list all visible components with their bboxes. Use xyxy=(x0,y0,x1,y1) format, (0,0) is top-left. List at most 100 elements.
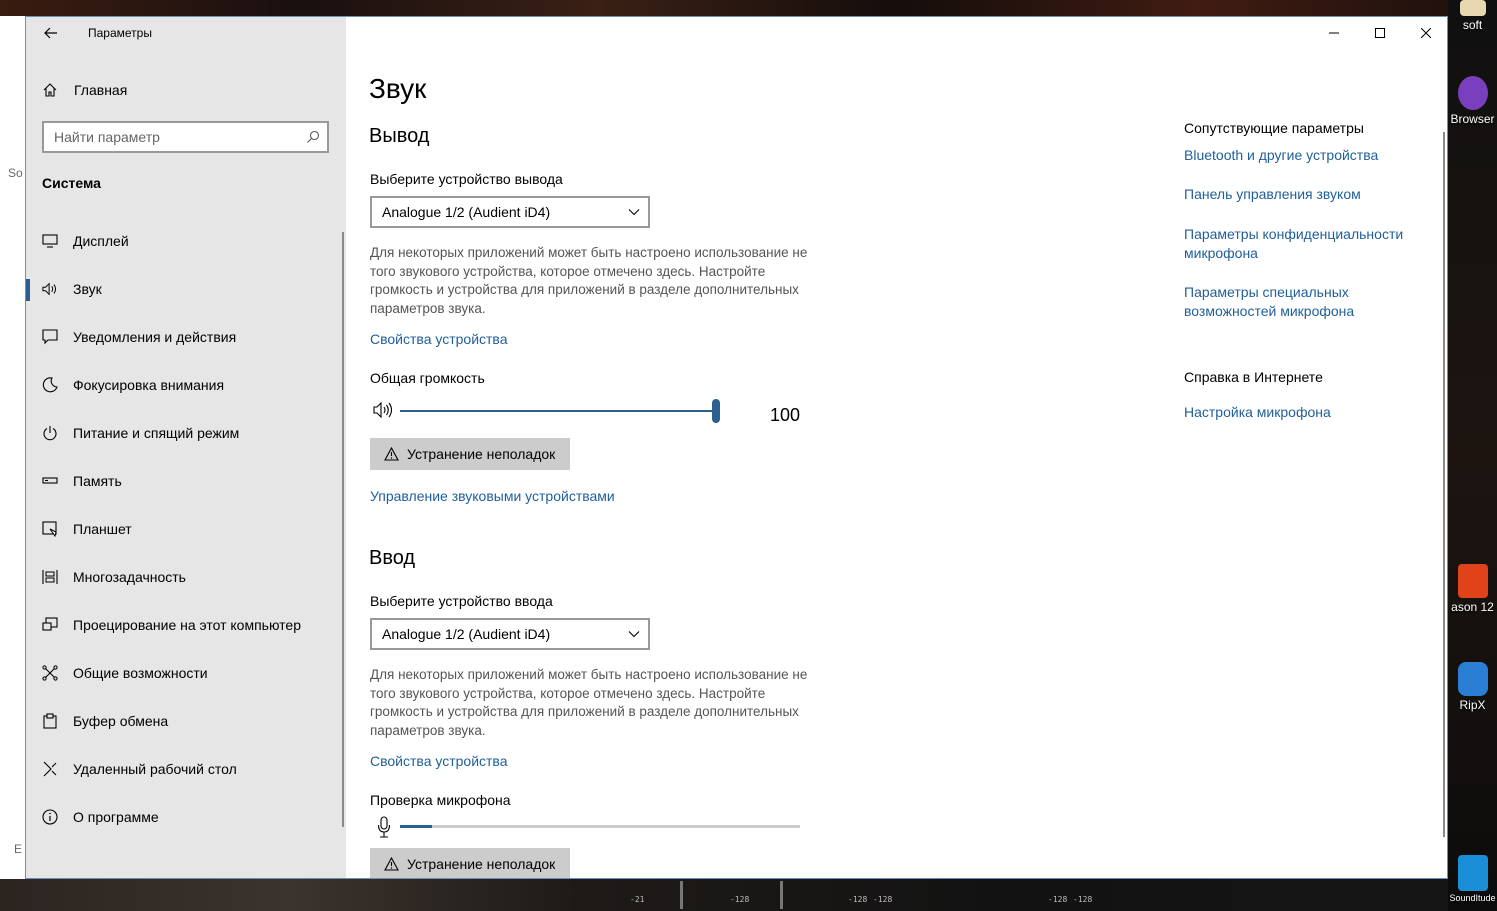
mic-test-label: Проверка микрофона xyxy=(370,792,511,808)
page-title: Звук xyxy=(369,73,427,104)
related-link-mic-privacy[interactable]: Параметры конфиденциальности микрофона xyxy=(1184,225,1434,262)
input-troubleshoot-button[interactable]: Устранение неполадок xyxy=(370,848,570,878)
search-icon[interactable] xyxy=(299,130,327,144)
desktop-icon-label: soft xyxy=(1462,18,1483,32)
background-text-fragment: So xyxy=(8,166,23,180)
desktop-icon-label: Browser xyxy=(1450,112,1495,126)
output-troubleshoot-button[interactable]: Устранение неполадок xyxy=(370,438,570,470)
related-link-bluetooth[interactable]: Bluetooth и другие устройства xyxy=(1184,146,1434,165)
sidebar-item-label: Питание и спящий режим xyxy=(73,425,240,441)
sidebar-item-label: Буфер обмена xyxy=(73,713,169,729)
chevron-down-icon xyxy=(628,631,640,638)
output-device-dropdown[interactable]: Analogue 1/2 (Audient iD4) xyxy=(370,196,650,228)
window-controls xyxy=(1311,17,1447,49)
background-window-left: So E xyxy=(0,16,25,879)
sidebar-scrollbar[interactable] xyxy=(342,232,344,827)
info-icon xyxy=(42,809,58,825)
manage-sound-devices-link[interactable]: Управление звуковыми устройствами xyxy=(370,488,615,504)
shared-icon xyxy=(42,665,58,681)
output-device-properties-link[interactable]: Свойства устройства xyxy=(370,331,508,347)
sidebar-item-sound[interactable]: Звук xyxy=(26,265,346,313)
title-bar: Параметры xyxy=(26,17,346,49)
sidebar-item-multitasking[interactable]: Многозадачность xyxy=(26,553,346,601)
content-scrollbar[interactable] xyxy=(1443,132,1445,837)
desktop-top-strip xyxy=(0,0,1497,16)
sidebar-item-focus[interactable]: Фокусировка внимания xyxy=(26,361,346,409)
input-device-properties-link[interactable]: Свойства устройства xyxy=(370,753,508,769)
clipboard-icon xyxy=(42,713,58,729)
sidebar-item-about[interactable]: О программе xyxy=(26,793,346,841)
sidebar-item-label: Память xyxy=(73,473,122,489)
main-content: Звук Вывод Выберите устройство вывода An… xyxy=(346,17,1447,878)
warning-icon xyxy=(384,857,399,871)
related-link-sound-control-panel[interactable]: Панель управления звуком xyxy=(1184,185,1434,204)
arrow-left-icon xyxy=(44,27,57,39)
desktop-icon-soft[interactable]: soft xyxy=(1448,0,1497,32)
settings-window: Параметры Главная Система Ди xyxy=(25,16,1448,879)
sidebar-item-label: Общие возможности xyxy=(73,665,208,681)
sidebar-section-title: Система xyxy=(42,175,101,191)
remote-desktop-icon xyxy=(42,761,58,777)
sidebar-item-label: Проецирование на этот компьютер xyxy=(73,617,301,633)
mixer-fader xyxy=(680,881,683,909)
sidebar-item-label: Удаленный рабочий стол xyxy=(73,761,237,777)
desktop-icon-browser[interactable]: Browser xyxy=(1448,76,1497,126)
sidebar-item-shared[interactable]: Общие возможности xyxy=(26,649,346,697)
display-icon xyxy=(42,233,58,249)
tablet-icon xyxy=(42,521,58,537)
desktop-icon-sounditude[interactable]: SoundItude xyxy=(1448,855,1497,903)
sidebar-item-label: Дисплей xyxy=(73,233,129,249)
maximize-button[interactable] xyxy=(1357,17,1403,49)
minimize-button[interactable] xyxy=(1311,17,1357,49)
desktop-icon-reason[interactable]: ason 12 xyxy=(1448,564,1497,614)
home-icon xyxy=(43,83,57,97)
sidebar-item-label: Звук xyxy=(73,281,102,297)
related-link-mic-accessibility[interactable]: Параметры специальных возможностей микро… xyxy=(1184,283,1434,320)
mixer-label: -128 xyxy=(730,895,750,904)
mixer-label: -21 xyxy=(630,895,645,904)
search-field[interactable] xyxy=(42,121,329,153)
related-settings-heading: Сопутствующие параметры xyxy=(1184,120,1364,136)
minimize-icon xyxy=(1329,32,1339,34)
sidebar-item-home[interactable]: Главная xyxy=(42,79,127,101)
output-device-value: Analogue 1/2 (Audient iD4) xyxy=(382,204,551,220)
input-heading: Ввод xyxy=(369,547,416,569)
tor-browser-icon xyxy=(1457,76,1488,110)
folder-icon xyxy=(1459,0,1486,16)
volume-slider-thumb[interactable] xyxy=(712,399,720,423)
mic-level-track xyxy=(400,825,800,828)
desktop-icon-label: SoundItude xyxy=(1449,893,1496,903)
sidebar-item-remote-desktop[interactable]: Удаленный рабочий стол xyxy=(26,745,346,793)
input-device-dropdown[interactable]: Analogue 1/2 (Audient iD4) xyxy=(370,618,650,650)
sidebar-item-storage[interactable]: Память xyxy=(26,457,346,505)
sidebar-item-projecting[interactable]: Проецирование на этот компьютер xyxy=(26,601,346,649)
mic-level-fill xyxy=(400,825,432,828)
sidebar-item-label: Главная xyxy=(74,82,128,98)
desktop-icon-ripx[interactable]: RipX xyxy=(1448,662,1497,712)
volume-slider-track[interactable] xyxy=(400,410,716,412)
back-button[interactable] xyxy=(38,21,64,45)
sidebar-item-label: Фокусировка внимания xyxy=(73,377,225,393)
input-description: Для некоторых приложений может быть наст… xyxy=(370,667,808,738)
help-heading: Справка в Интернете xyxy=(1184,369,1323,385)
input-device-label: Выберите устройство ввода xyxy=(370,593,553,609)
sidebar-item-power[interactable]: Питание и спящий режим xyxy=(26,409,346,457)
sidebar-item-notifications[interactable]: Уведомления и действия xyxy=(26,313,346,361)
notification-icon xyxy=(42,329,58,345)
sidebar-item-display[interactable]: Дисплей xyxy=(26,217,346,265)
speaker-icon[interactable] xyxy=(373,402,395,418)
sidebar-item-clipboard[interactable]: Буфер обмена xyxy=(26,697,346,745)
input-device-value: Analogue 1/2 (Audient iD4) xyxy=(382,626,551,642)
multitask-icon xyxy=(42,569,58,585)
search-input[interactable] xyxy=(44,123,299,151)
project-icon xyxy=(42,617,58,633)
help-link-mic-setup[interactable]: Настройка микрофона xyxy=(1184,403,1434,422)
warning-icon xyxy=(384,447,399,461)
maximize-icon xyxy=(1375,28,1385,38)
sidebar-item-label: Уведомления и действия xyxy=(73,329,237,345)
sidebar-item-label: Многозадачность xyxy=(73,569,186,585)
close-button[interactable] xyxy=(1403,17,1447,49)
chevron-down-icon xyxy=(628,209,640,216)
desktop-icon-column: soft Browser ason 12 RipX SoundItude xyxy=(1448,0,1497,911)
sidebar-item-tablet[interactable]: Планшет xyxy=(26,505,346,553)
